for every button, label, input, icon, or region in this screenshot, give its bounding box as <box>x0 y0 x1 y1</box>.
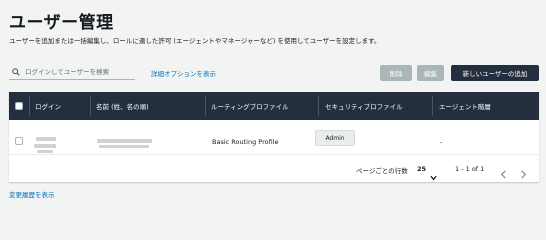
pagination-range: 1 - 1 of 1 <box>455 165 485 173</box>
change-history-link[interactable]: 変更履歴を表示 <box>9 189 55 199</box>
edit-button[interactable]: 編集 <box>417 65 444 81</box>
column-divider <box>318 96 319 116</box>
chevron-right-icon[interactable] <box>520 164 527 183</box>
column-header-agent-hierarchy[interactable]: エージェント階層 <box>439 92 491 120</box>
rows-per-page-select[interactable]: 25 <box>417 165 426 173</box>
column-header-login[interactable]: ログイン <box>35 92 61 120</box>
chevron-left-icon[interactable] <box>500 164 507 183</box>
column-header-name[interactable]: 名前 (姓、名の順) <box>96 92 149 120</box>
table-divider <box>9 154 539 155</box>
table-header: ログイン 名前 (姓、名の順) ルーティングプロファイル セキュリティプロファイ… <box>9 92 539 120</box>
page-description: ユーザーを追加または一括編集し、ロールに適した許可 (エージェントやマネージャー… <box>9 37 381 45</box>
agent-hierarchy-cell: - <box>440 138 443 146</box>
search-icon <box>11 67 21 77</box>
column-header-security-profile[interactable]: セキュリティプロファイル <box>325 92 403 120</box>
column-divider <box>29 96 30 116</box>
search-input[interactable] <box>21 68 135 76</box>
column-divider <box>432 96 433 116</box>
routing-profile-cell: Basic Routing Profile <box>212 138 279 146</box>
search-box[interactable] <box>9 65 135 80</box>
row-checkbox[interactable] <box>15 137 23 145</box>
rows-per-page-label: ページごとの行数 <box>356 167 408 175</box>
delete-button[interactable]: 削除 <box>380 65 412 81</box>
select-all-checkbox[interactable] <box>15 102 23 110</box>
select-all-cell <box>15 92 23 120</box>
advanced-options-link[interactable]: 詳細オプションを表示 <box>151 68 216 78</box>
column-divider <box>205 96 206 116</box>
column-divider <box>90 96 91 116</box>
add-user-button[interactable]: 新しいユーザーの追加 <box>451 65 539 81</box>
column-header-routing-profile[interactable]: ルーティングプロファイル <box>211 92 289 120</box>
page-title: ユーザー管理 <box>9 13 114 33</box>
chevron-down-icon[interactable] <box>430 166 437 185</box>
security-profile-badge: Admin <box>315 130 355 146</box>
